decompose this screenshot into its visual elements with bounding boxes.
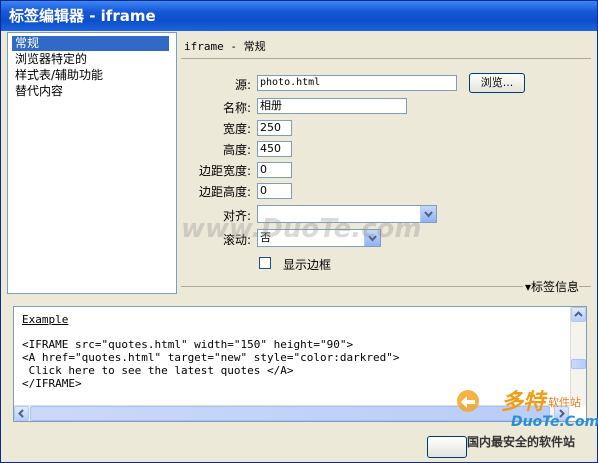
width-label: 宽度: [222,122,251,136]
margin-height-label: 边距高度: [198,185,251,199]
vertical-scroll-thumb[interactable] [571,359,586,369]
title-bar[interactable]: 标签编辑器 - iframe [1,1,597,31]
code-line: Click here to see the latest quotes </A> [22,364,294,377]
scroll-left-button[interactable] [14,406,29,421]
height-label: 高度: [222,143,251,157]
tree-item-style-accessibility[interactable]: 样式表/辅助功能 [12,68,106,83]
brand-slogan: 国内最安全的软件站 [467,435,576,449]
tree-item-browser-specific[interactable]: 浏览器特定的 [12,52,90,67]
width-input[interactable]: 250 [257,120,292,136]
show-border-checkbox[interactable] [259,257,271,269]
src-label: 源: [234,78,251,92]
center-watermark: www.DuoTe.com [181,214,422,244]
margin-width-input[interactable]: 0 [257,162,292,178]
section-divider [181,58,591,59]
window-title: 标签编辑器 - iframe [9,7,156,25]
brand-cn: 多特 [501,390,546,415]
tree-item-label: 常规 [15,36,40,50]
tree-item-label: 浏览器特定的 [15,52,88,66]
code-line: </IFRAME> [22,377,82,390]
tree-item-alternate-content[interactable]: 替代内容 [12,84,66,99]
code-line: <IFRAME src="quotes.html" width="150" he… [22,338,354,351]
name-input[interactable]: 相册 [257,98,407,114]
code-line: <A href="quotes.html" target="new" style… [22,351,400,364]
category-tree[interactable]: 常规 浏览器特定的 样式表/辅助功能 替代内容 [7,32,177,294]
duote-logo-icon [455,388,481,417]
example-title: Example [22,313,69,326]
name-label: 名称: [222,101,251,115]
chevron-down-icon[interactable] [420,206,436,222]
tree-item-label: 样式表/辅助功能 [15,68,104,82]
section-header: iframe - 常规 [184,40,266,53]
browse-button[interactable]: 浏览... [469,73,525,93]
margin-width-label: 边距宽度: [198,164,251,178]
tree-item-label: 替代内容 [15,84,64,98]
brand-watermark: 多特 软件站 DuoTe.Com 国内最安全的软件站 [451,384,598,462]
tag-info-toggle[interactable]: ▾标签信息 [523,278,580,295]
src-input[interactable]: photo.html [257,75,457,91]
brand-en: DuoTe.Com [511,414,598,430]
height-input[interactable]: 450 [257,141,292,157]
scroll-up-button[interactable] [571,307,586,322]
margin-height-input[interactable]: 0 [257,183,292,199]
tree-item-general[interactable]: 常规 [12,36,169,51]
tag-editor-window: 标签编辑器 - iframe 常规 浏览器特定的 样式表/辅助功能 替代内容 i… [0,0,598,463]
brand-sub: 软件站 [548,396,581,409]
show-border-label: 显示边框 [283,258,332,272]
